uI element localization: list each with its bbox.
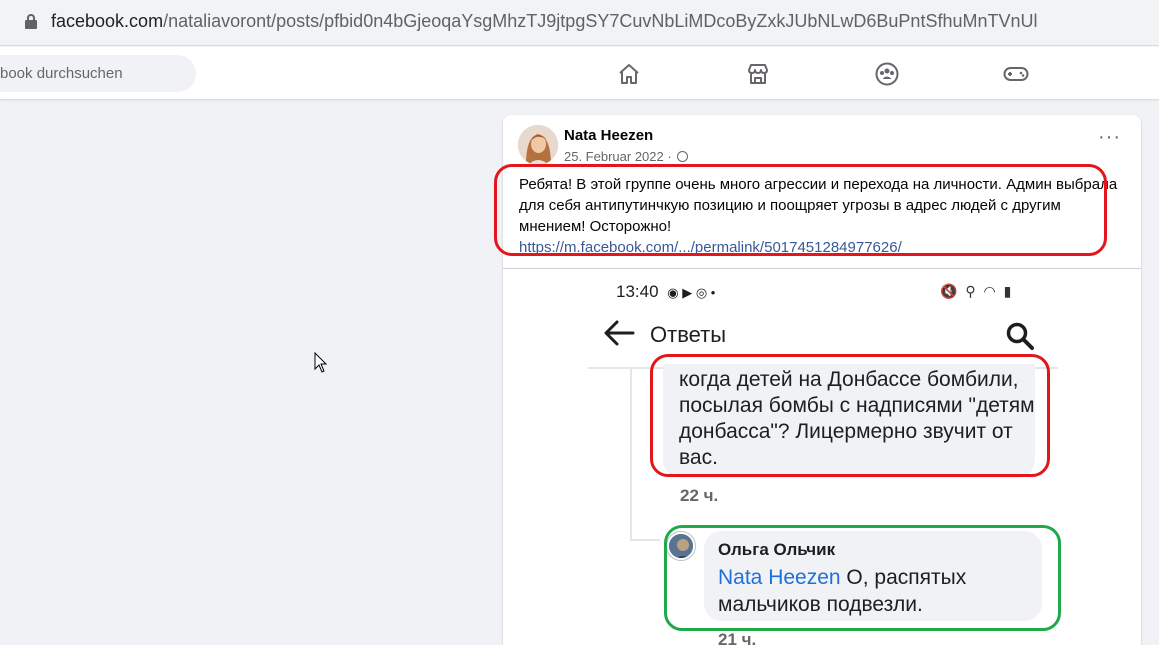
replies-title: Ответы (650, 322, 727, 347)
facebook-top-nav: book durchsuchen (0, 47, 1159, 100)
url-host: facebook.com (51, 11, 164, 31)
status-bar-left: 13:40 ◉ ▶ ◎ • (616, 282, 715, 302)
status-notification-icons: ◉ ▶ ◎ • (667, 285, 716, 300)
marketplace-icon[interactable] (743, 59, 773, 89)
green-annotation-box-reply (664, 525, 1061, 631)
status-bar-right: 🔇 ⚲ ◠ ▮ (940, 283, 1014, 299)
search-icon (1005, 321, 1035, 356)
search-placeholder: book durchsuchen (0, 65, 123, 82)
thread-elbow (630, 539, 660, 541)
status-time: 13:40 (616, 282, 659, 301)
thread-line (630, 369, 632, 539)
groups-icon[interactable] (872, 59, 902, 89)
gaming-icon[interactable] (1001, 59, 1031, 89)
back-arrow-icon (603, 319, 635, 352)
comment-time: 22 ч. (680, 486, 719, 505)
post-date[interactable]: 25. Februar 2022 · (564, 149, 672, 164)
search-input[interactable]: book durchsuchen (0, 55, 196, 92)
author-avatar[interactable] (518, 125, 558, 165)
red-annotation-box-comment (650, 354, 1050, 477)
globe-icon (677, 151, 689, 162)
url-text[interactable]: facebook.com/nataliavoront/posts/pfbid0n… (51, 10, 1038, 32)
lock-icon[interactable] (25, 14, 37, 29)
reply-time: 21 ч. (718, 630, 757, 645)
mouse-cursor-icon (314, 351, 328, 379)
post-author[interactable]: Nata Heezen (564, 127, 653, 144)
more-options-icon[interactable]: ··· (1098, 127, 1121, 147)
home-icon[interactable] (614, 59, 644, 89)
red-annotation-box-post (494, 164, 1107, 256)
browser-address-bar[interactable]: facebook.com/nataliavoront/posts/pfbid0n… (0, 0, 1159, 46)
url-path: /nataliavoront/posts/pfbid0n4bGjeoqaYsgM… (163, 11, 1038, 31)
post-meta: 25. Februar 2022 · (564, 149, 689, 164)
